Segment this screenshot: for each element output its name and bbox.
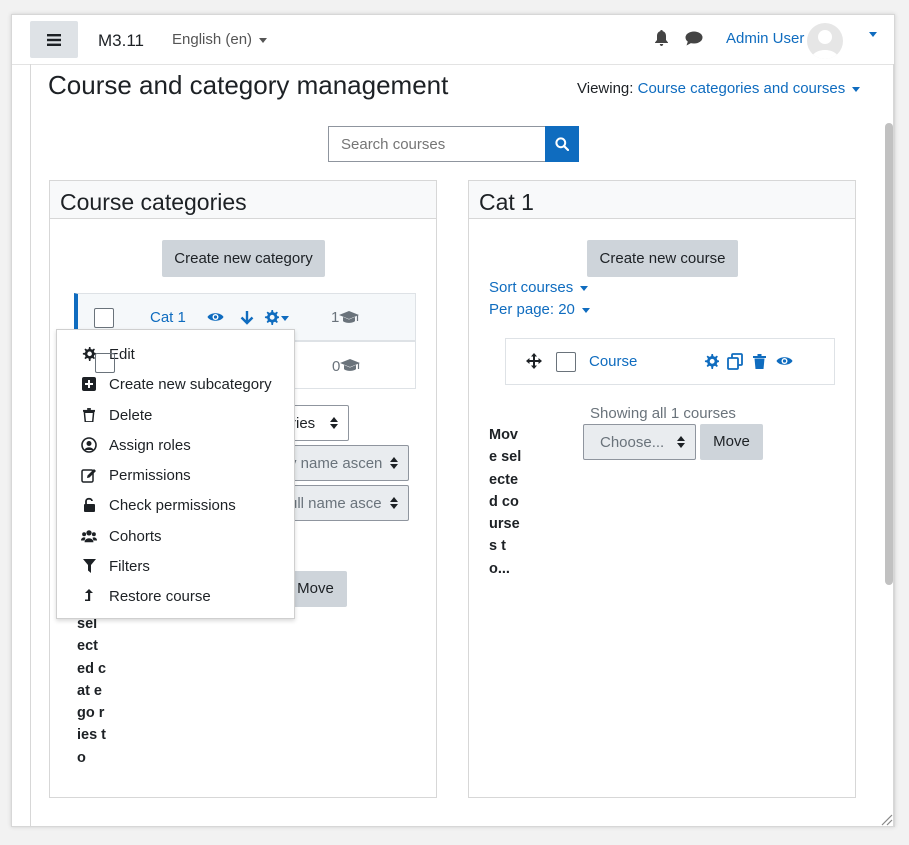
create-new-course-button[interactable]: Create new course	[587, 240, 738, 277]
sort-courses-link[interactable]: Sort courses	[489, 279, 573, 296]
select-value: Choose...	[600, 434, 665, 451]
search-icon	[555, 137, 569, 151]
per-page-link[interactable]: Per page: 20	[489, 301, 575, 318]
sort-courses-menu[interactable]: Sort courses	[489, 279, 589, 296]
select-value: y name ascen	[289, 455, 383, 472]
showing-count: Showing all 1 courses	[590, 405, 736, 422]
menu-item-check-permissions[interactable]: Check permissions	[81, 494, 236, 516]
navbar: M3.11 English (en) Admin User	[12, 15, 894, 65]
chevron-down-icon	[259, 37, 268, 43]
menu-item-delete[interactable]: Delete	[81, 404, 152, 426]
trash-icon	[81, 407, 97, 423]
menu-item-label: Permissions	[109, 466, 191, 484]
move-icon[interactable]	[526, 353, 542, 369]
course-name-link[interactable]: Course	[589, 353, 637, 370]
user-menu-name[interactable]: Admin User	[726, 30, 804, 47]
search-button[interactable]	[545, 126, 579, 162]
panel-heading: Course categories	[50, 181, 436, 219]
viewing-selector[interactable]: Viewing: Course categories and courses	[577, 80, 861, 97]
users-icon	[81, 528, 97, 544]
per-page-menu[interactable]: Per page: 20	[489, 301, 590, 318]
eye-icon[interactable]	[776, 355, 793, 367]
unlock-icon	[81, 497, 97, 513]
page-title: Course and category management	[48, 70, 449, 100]
create-new-category-button[interactable]: Create new category	[162, 240, 325, 277]
hamburger-icon	[47, 33, 61, 46]
category-checkbox[interactable]	[94, 308, 114, 328]
chat-bubble-icon	[685, 31, 703, 46]
trash-icon[interactable]	[753, 354, 766, 369]
menu-item-restore-course[interactable]: Restore course	[81, 585, 211, 607]
panel-heading: Cat 1	[469, 181, 855, 219]
restore-icon	[81, 588, 97, 604]
menu-item-label: Cohorts	[109, 527, 162, 545]
category-actions-menu: Edit Create new subcategory Delete Assig…	[56, 329, 295, 619]
overlapping-checkbox[interactable]	[95, 353, 115, 373]
language-menu[interactable]: English (en)	[172, 31, 268, 48]
filter-icon	[81, 558, 97, 574]
chevron-down-icon	[852, 86, 861, 92]
gear-icon[interactable]	[264, 310, 279, 325]
select-arrows-icon	[390, 497, 398, 509]
graduation-cap-icon	[339, 311, 359, 323]
avatar[interactable]	[807, 23, 843, 59]
language-label: English (en)	[172, 31, 253, 48]
copy-icon[interactable]	[727, 353, 743, 370]
pencil-square-icon	[81, 467, 97, 483]
viewing-value[interactable]: Course categories and courses	[638, 80, 846, 97]
gear-icon[interactable]	[704, 354, 719, 369]
menu-item-permissions[interactable]: Permissions	[81, 464, 191, 486]
menu-toggle-button[interactable]	[30, 21, 78, 58]
menu-item-create-subcategory[interactable]: Create new subcategory	[81, 373, 272, 395]
user-menu-chevron-icon[interactable]	[869, 32, 877, 37]
chevron-down-icon[interactable]	[281, 316, 289, 321]
category-name-link[interactable]: Cat 1	[150, 309, 186, 326]
course-checkbox[interactable]	[556, 352, 576, 372]
select-arrows-icon	[330, 417, 338, 429]
search-form	[328, 126, 579, 163]
select-value: ull name asce	[289, 495, 382, 512]
menu-item-label: Delete	[109, 406, 153, 424]
menu-item-label: Check permissions	[109, 496, 236, 514]
select-arrows-icon	[677, 436, 685, 448]
eye-icon[interactable]	[207, 311, 224, 323]
menu-item-filters[interactable]: Filters	[81, 555, 150, 577]
notifications-button[interactable]	[654, 30, 669, 50]
plus-square-icon	[81, 376, 97, 392]
user-avatar-icon	[811, 30, 839, 59]
menu-item-cohorts[interactable]: Cohorts	[81, 525, 162, 547]
user-circle-icon	[81, 437, 97, 453]
menu-item-label: Filters	[109, 557, 150, 575]
select-arrows-icon	[390, 457, 398, 469]
arrow-down-icon[interactable]	[240, 310, 254, 325]
menu-item-label: Assign roles	[109, 436, 191, 454]
menu-item-label: Restore course	[109, 587, 211, 605]
menu-item-assign-roles[interactable]: Assign roles	[81, 434, 191, 456]
menu-item-label: Create new subcategory	[109, 375, 272, 393]
move-courses-label: Move selected courses to...	[489, 427, 522, 577]
move-categories-label: sel ect ed cat ego ries to	[77, 616, 107, 766]
messages-button[interactable]	[685, 31, 703, 50]
site-brand[interactable]: M3.11	[98, 31, 144, 51]
bell-icon	[655, 30, 668, 46]
chevron-down-icon	[580, 285, 589, 291]
viewing-label: Viewing:	[577, 80, 634, 97]
graduation-cap-icon	[340, 359, 360, 371]
chevron-down-icon	[581, 307, 590, 313]
move-courses-button[interactable]: Move	[700, 424, 763, 460]
choose-category-select[interactable]: Choose...	[583, 424, 696, 460]
course-row[interactable]: Course	[505, 338, 835, 385]
course-listing-panel: Cat 1 Create new course Sort courses Per…	[468, 180, 856, 798]
search-input[interactable]	[328, 126, 545, 162]
